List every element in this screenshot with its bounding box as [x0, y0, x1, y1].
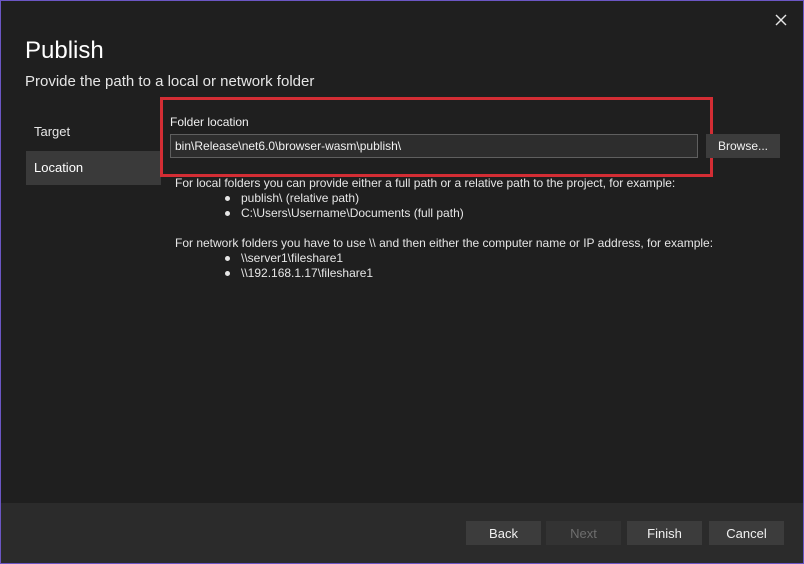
dialog-subtitle: Provide the path to a local or network f… [25, 73, 315, 90]
back-button[interactable]: Back [466, 521, 541, 545]
wizard-nav: Target Location [26, 115, 161, 187]
folder-location-input[interactable] [170, 134, 698, 158]
nav-item-target[interactable]: Target [26, 115, 161, 149]
cancel-button[interactable]: Cancel [709, 521, 784, 545]
close-icon [775, 14, 787, 26]
nav-item-location[interactable]: Location [26, 151, 161, 185]
browse-button[interactable]: Browse... [706, 134, 780, 158]
next-button[interactable]: Next [546, 521, 621, 545]
local-folders-intro: For local folders you can provide either… [175, 176, 676, 190]
list-item: publish\ (relative path) [225, 191, 735, 206]
dialog-footer: Back Next Finish Cancel [1, 503, 803, 563]
folder-location-label: Folder location [170, 115, 249, 129]
network-examples-list: \\server1\fileshare1 \\192.168.1.17\file… [175, 251, 735, 281]
list-item: \\server1\fileshare1 [225, 251, 735, 266]
help-text: For local folders you can provide either… [175, 176, 735, 296]
local-examples-list: publish\ (relative path) C:\Users\Userna… [175, 191, 735, 221]
close-button[interactable] [769, 9, 793, 31]
network-folders-intro: For network folders you have to use \\ a… [175, 236, 714, 250]
list-item: \\192.168.1.17\fileshare1 [225, 266, 735, 281]
dialog-title: Publish [25, 37, 104, 64]
publish-dialog: Publish Provide the path to a local or n… [0, 0, 804, 564]
list-item: C:\Users\Username\Documents (full path) [225, 206, 735, 221]
finish-button[interactable]: Finish [627, 521, 702, 545]
